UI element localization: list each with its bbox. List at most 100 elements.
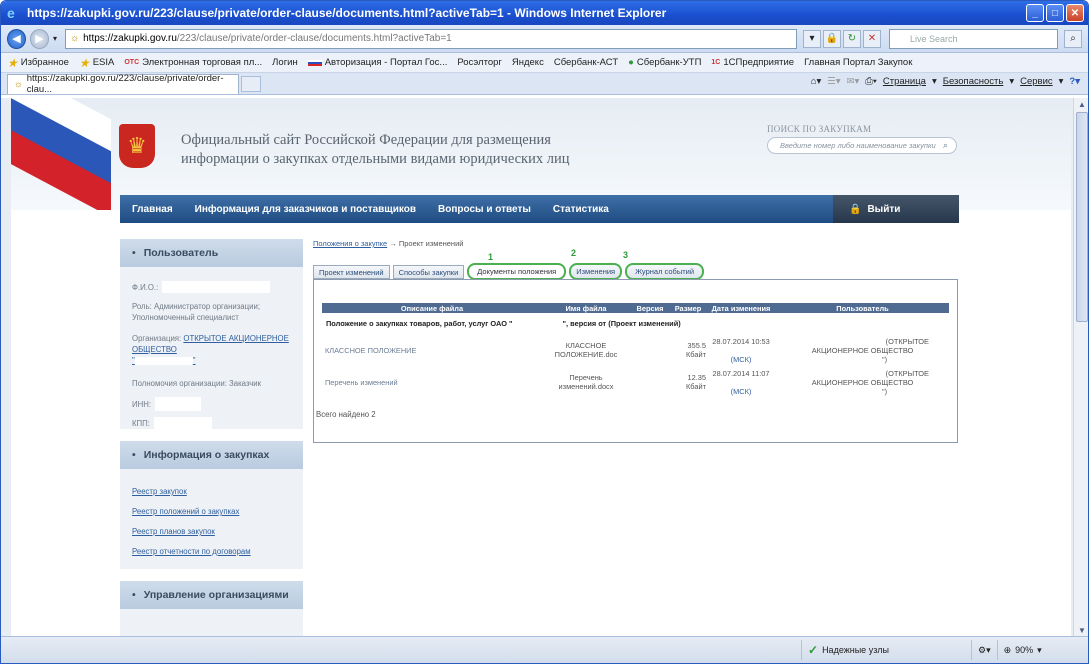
table-row: КЛАССНОЕ ПОЛОЖЕНИЕ КЛАССНОЕ ПОЛОЖЕНИЕ.do… [322,334,949,366]
site-title-line-2: информации о закупках отдельными видами … [181,151,570,167]
link-reports-registry[interactable]: Реестр отчетности по договорам [132,546,291,557]
tab-regulation-documents[interactable]: Документы положения [467,263,567,280]
bullet-icon: • [132,449,136,461]
kpp-value [153,417,212,429]
info-box-header[interactable]: • Информация о закупках [120,441,303,469]
title-bar: e https://zakupki.gov.ru/223/clause/priv… [1,1,1088,25]
org-mgmt-header[interactable]: • Управление организациями [120,581,303,609]
fav-gosuslugi[interactable]: Авторизация - Портал Гос... [307,57,448,68]
org-mgmt-title: Управление организациями [143,589,289,601]
fav-roseltorg[interactable]: Росэлторг [457,57,502,68]
refresh-icon[interactable]: ↻ [842,29,861,48]
safety-menu[interactable]: Безопасность [943,76,1004,87]
protected-mode-icon[interactable]: ⚙▾ [971,640,997,660]
user-line-end: ") [881,386,888,396]
total-count: Всего найдено 2 [316,410,376,419]
col-date: Дата изменения [711,303,771,313]
user-line-2: АКЦИОНЕРНОЕ ОБЩЕСТВО [811,345,914,355]
tab-changes[interactable]: Изменения [569,263,623,280]
user-box-header[interactable]: • Пользователь [120,239,303,267]
security-zone[interactable]: ✓ Надежные узлы [801,640,971,660]
file-date: 28.07.2014 11:07 (МСК) [706,369,776,396]
stop-icon[interactable]: ✕ [862,29,881,48]
feeds-icon[interactable]: ☰▾ [827,76,840,87]
scroll-thumb[interactable] [1076,112,1088,322]
help-icon[interactable]: ?▾ [1069,76,1080,87]
search-icon[interactable]: ⌕ [943,140,948,151]
browser-tab[interactable]: ☼ https://zakupki.gov.ru/223/clause/priv… [7,73,239,95]
address-dropdown-icon[interactable]: ▾ [802,29,821,48]
link-purchase-registry[interactable]: Реестр закупок [132,486,291,497]
safety-menu-chevron-icon: ▾ [1009,76,1015,87]
home-icon[interactable]: ⌂▾ [811,76,822,87]
logout-button[interactable]: 🔒 Выйти [833,195,959,223]
tools-menu[interactable]: Сервис [1020,76,1053,87]
favorites-button[interactable]: ★ Избранное [7,56,69,70]
tab-event-log[interactable]: Журнал событий [625,263,705,280]
lock-icon[interactable]: 🔒 [822,29,841,48]
breadcrumb-link[interactable]: Положения о закупке [313,239,387,248]
link-regulations-registry[interactable]: Реестр положений о закупках [132,506,291,517]
annotation-number-3: 3 [623,250,629,260]
file-timezone: (МСК) [730,386,752,396]
user-line-end: ") [881,354,888,364]
fav-login[interactable]: Логин [272,57,298,68]
content-tabs: Проект изменений Способы закупки Докумен… [313,263,705,280]
main-content: Положения о закупке → Проект изменений 1… [313,239,958,443]
col-size: Размер [674,303,702,313]
fav-yandex[interactable]: Яндекс [512,57,544,68]
fav-sberbank-ast[interactable]: Сбербанк-АСТ [554,57,618,68]
search-icon[interactable]: ⌕ [1064,29,1082,48]
inn-value [155,397,202,411]
back-button[interactable]: ◀ [7,28,26,49]
minimize-button[interactable]: _ [1026,4,1044,22]
link-plans-registry[interactable]: Реестр планов закупок [132,526,291,537]
nav-stats[interactable]: Статистика [553,204,609,215]
fav-1c[interactable]: 1С 1СПредприятие [711,57,794,68]
zoom-level: 90% [1015,645,1034,655]
file-date-value: 28.07.2014 11:07 [712,368,770,378]
bullet-icon: • [132,247,136,259]
print-icon[interactable]: ⎙▾ [865,76,877,87]
zoom-control[interactable]: ⊕ 90% ▾ [996,640,1048,660]
command-bar: ⌂▾ ☰▾ ✉▾ ⎙▾ Страница ▾ Безопасность ▾ Серв… [811,76,1080,87]
close-button[interactable]: ✕ [1066,4,1084,22]
mail-icon[interactable]: ✉▾ [847,76,860,87]
file-description-link[interactable]: Перечень изменений [322,378,542,387]
fav-label: 1СПредприятие [723,57,795,68]
nav-info[interactable]: Информация для заказчиков и поставщиков [195,204,416,215]
scroll-up-icon[interactable]: ▲ [1076,99,1088,111]
fav-label: Сбербанк-УТП [636,57,702,68]
fav-label: Авторизация - Портал Гос... [324,57,448,68]
favorites-bar: ★ Избранное ★ ESIA OTC Электронная торговая… [1,53,1088,73]
file-name: Перечень изменений.docx [558,373,614,392]
sidebar: • Пользователь Ф.И.О.: Роль: Администрато… [120,239,303,638]
fav-label: Яндекс [511,57,544,68]
org-link-part: ОТКРЫТОЕ [183,334,227,343]
file-description-link[interactable]: КЛАССНОЕ ПОЛОЖЕНИЕ [322,346,542,355]
site-search-input[interactable]: Введите номер либо наименование закупки … [767,137,957,154]
fav-etp[interactable]: OTC Электронная торговая пл... [124,57,262,68]
documents-table: Описание файла Имя файла Версия Размер Д… [322,303,949,398]
col-version: Версия [636,303,664,313]
nav-home[interactable]: Главная [132,204,173,215]
coat-of-arms-icon: ♛ [119,124,155,168]
live-search-input[interactable]: Live Search [888,28,1058,49]
fav-esia[interactable]: ★ ESIA [79,56,114,70]
fio-label: Ф.И.О.: [132,282,159,292]
forward-button[interactable]: ▶ [29,28,49,49]
nav-faq[interactable]: Вопросы и ответы [438,204,531,215]
history-dropdown-icon[interactable]: ▾ [53,34,57,43]
fav-portal-zakupok[interactable]: Главная Портал Закупок [804,57,912,68]
main-nav: Главная Информация для заказчиков и пост… [120,195,959,223]
vertical-scrollbar[interactable]: ▲ ▼ [1073,98,1088,638]
favorites-label: Избранное [20,57,69,68]
fav-sberbank-utp[interactable]: ● Сбербанк-УТП [628,57,701,68]
page-menu[interactable]: Страница [883,76,926,87]
address-input[interactable]: ☼ https://zakupki.gov.ru /223/clause/pri… [64,28,797,49]
new-tab-button[interactable] [241,75,261,92]
maximize-button[interactable]: □ [1046,4,1064,22]
fav-label: Росэлторг [457,57,502,68]
tab-draft-changes[interactable]: Проект изменений [313,265,390,279]
tab-purchase-methods[interactable]: Способы закупки [392,265,465,279]
